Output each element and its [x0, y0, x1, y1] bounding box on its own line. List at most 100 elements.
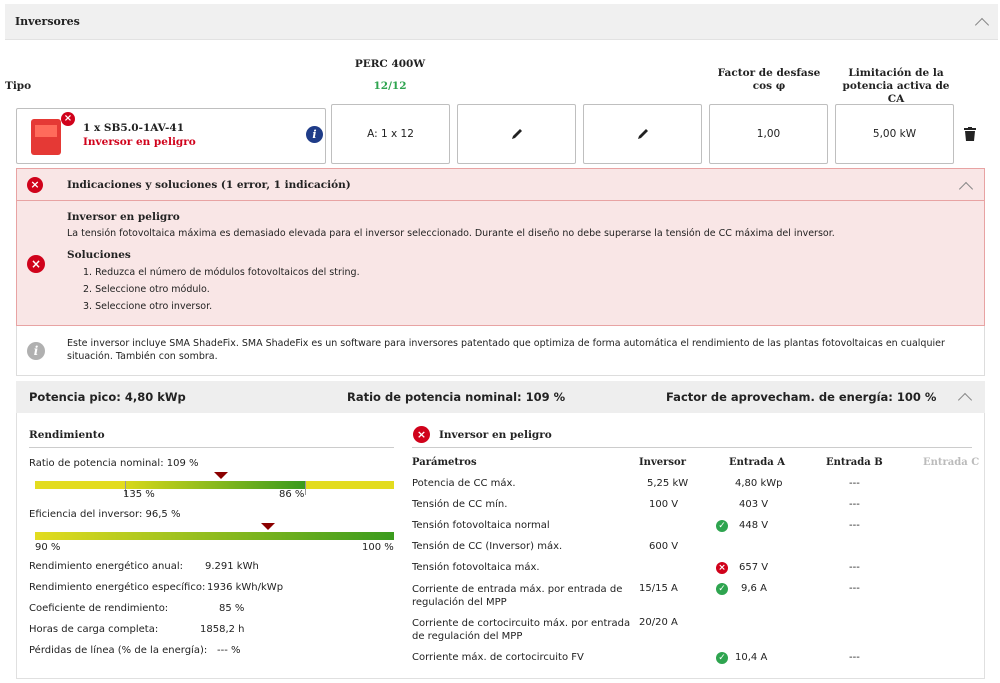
eff-right: 100 % [362, 542, 394, 553]
yield-row-value: --- % [217, 645, 241, 656]
yield-row-label: Horas de carga completa: [29, 624, 159, 635]
peak-power: Potencia pico: 4,80 kWp [29, 390, 186, 404]
ratio-marker-icon [213, 472, 228, 479]
inverter-image [31, 119, 61, 155]
param-inv: 600 V [649, 541, 679, 552]
energy-factor: Factor de aprovecham. de energía: 100 % [666, 390, 937, 404]
solution-item: 3. Seleccione otro inversor. [83, 301, 213, 312]
param-b: --- [849, 583, 860, 594]
param-inv: 15/15 A [639, 583, 678, 594]
panel-title: Inversores [15, 15, 80, 28]
info-text: Este inversor incluye SMA ShadeFix. SMA … [67, 338, 945, 362]
yield-row-value: 85 % [219, 603, 245, 614]
param-name: Tensión de CC (Inversor) máx. [412, 541, 563, 552]
param-a: 448 V [739, 520, 769, 531]
yield-row-label: Rendimiento energético anual: [29, 561, 183, 572]
edit-cell-b[interactable] [457, 104, 576, 164]
check-circle-icon: ✓ [716, 652, 728, 664]
params-header: Parámetros [412, 457, 477, 468]
param-inv: 20/20 A [639, 617, 678, 628]
col-tipo: Tipo [5, 80, 32, 92]
collapse-chevron-icon[interactable] [958, 181, 974, 197]
string-a-cell[interactable]: A: 1 x 12 [331, 104, 450, 164]
details-section: Rendimiento Ratio de potencia nominal: 1… [16, 413, 985, 679]
param-name: Tensión fotovoltaica máx. [412, 562, 540, 573]
param-b: --- [849, 478, 860, 489]
param-name: Tensión de CC mín. [412, 499, 508, 510]
check-circle-icon: ✓ [716, 520, 728, 532]
ratio-right: 86 % [279, 489, 305, 500]
param-name: Tensión fotovoltaica normal [412, 520, 550, 531]
error-circle-icon: × [716, 562, 728, 574]
param-name: Corriente de entrada máx. por entrada de… [412, 584, 623, 608]
yield-row-label: Pérdidas de línea (% de la energía): [29, 645, 208, 656]
solution-item: 2. Seleccione otro módulo. [83, 284, 210, 295]
yield-row-value: 1936 kWh/kWp [207, 582, 284, 593]
params-header: Entrada B [826, 457, 883, 468]
param-a: 9,6 A [741, 583, 767, 594]
params-header: Entrada C [923, 457, 980, 468]
error-circle-icon: × [413, 426, 430, 443]
summary-bar[interactable]: Potencia pico: 4,80 kWp Ratio de potenci… [16, 381, 985, 413]
errors-panel-header[interactable]: × Indicaciones y soluciones (1 error, 1 … [17, 169, 984, 201]
params-header: Inversor [639, 457, 686, 468]
info-icon[interactable]: i [306, 126, 323, 143]
inverter-card[interactable]: × 1 x SB5.0-1AV-41 Inversor en peligro [16, 108, 326, 164]
trash-icon[interactable] [964, 127, 976, 141]
param-b: --- [849, 652, 860, 663]
power-limit-cell[interactable]: 5,00 kW [835, 104, 954, 164]
param-inv: 100 V [649, 499, 679, 510]
pencil-icon [637, 129, 648, 139]
col-module: PERC 400W [354, 58, 426, 70]
errors-title: Indicaciones y soluciones (1 error, 1 in… [67, 179, 351, 191]
cos-phi-cell[interactable]: 1,00 [709, 104, 828, 164]
info-panel: i Este inversor incluye SMA ShadeFix. SM… [16, 326, 985, 376]
collapse-chevron-icon[interactable] [974, 17, 990, 33]
error-title: Inversor en peligro [67, 211, 180, 223]
param-name: Corriente de cortocircuito máx. por entr… [412, 618, 631, 642]
error-circle-icon: × [27, 177, 43, 193]
param-inv: 5,25 kW [647, 478, 689, 489]
eff-label: Eficiencia del inversor: 96,5 % [29, 509, 181, 520]
pencil-icon [511, 129, 522, 139]
param-a: 403 V [739, 499, 769, 510]
inverter-name: 1 x SB5.0-1AV-41 [83, 122, 185, 134]
cos-phi-value: 1,00 [756, 128, 781, 140]
inverters-panel-header[interactable]: Inversores [5, 4, 998, 40]
params-header: Entrada A [729, 457, 785, 468]
info-circle-icon: i [27, 342, 45, 360]
nominal-ratio: Ratio de potencia nominal: 109 % [347, 390, 566, 404]
ratio-left: 135 % [123, 489, 155, 500]
col-factor: Factor de desfase cos φ [717, 67, 821, 92]
param-b: --- [849, 520, 860, 531]
param-a: 4,80 kWp [735, 478, 783, 489]
errors-panel: × Indicaciones y soluciones (1 error, 1 … [16, 168, 985, 326]
eff-marker-icon [261, 523, 276, 530]
col-limit: Limitación de la potencia activa de CA [842, 67, 950, 105]
yield-title: Rendimiento [29, 429, 105, 441]
edit-cell-c[interactable] [583, 104, 702, 164]
solution-item: 1. Reduzca el número de módulos fotovolt… [83, 267, 360, 278]
error-circle-icon: × [27, 255, 45, 273]
param-a: 10,4 A [735, 652, 768, 663]
solutions-title: Soluciones [67, 249, 131, 261]
param-b: --- [849, 499, 860, 510]
yield-row-value: 9.291 kWh [205, 561, 259, 572]
ratio-label: Ratio de potencia nominal: 109 % [29, 458, 199, 469]
yield-row-value: 1858,2 h [200, 624, 245, 635]
param-b: --- [849, 562, 860, 573]
yield-row-label: Rendimiento energético específico: [29, 582, 206, 593]
col-module-count: 12/12 [373, 80, 407, 92]
param-name: Potencia de CC máx. [412, 478, 516, 489]
yield-row-label: Coeficiente de rendimiento: [29, 603, 169, 614]
params-title: Inversor en peligro [439, 429, 552, 441]
eff-left: 90 % [35, 542, 61, 553]
power-limit-value: 5,00 kW [872, 128, 917, 140]
string-a-value: A: 1 x 12 [367, 128, 414, 140]
inverter-status: Inversor en peligro [83, 136, 196, 148]
check-circle-icon: ✓ [716, 583, 728, 595]
collapse-chevron-icon[interactable] [957, 392, 973, 408]
param-name: Corriente máx. de cortocircuito FV [412, 652, 584, 663]
error-badge-icon: × [61, 112, 75, 126]
error-text: La tensión fotovoltaica máxima es demasi… [67, 228, 835, 239]
